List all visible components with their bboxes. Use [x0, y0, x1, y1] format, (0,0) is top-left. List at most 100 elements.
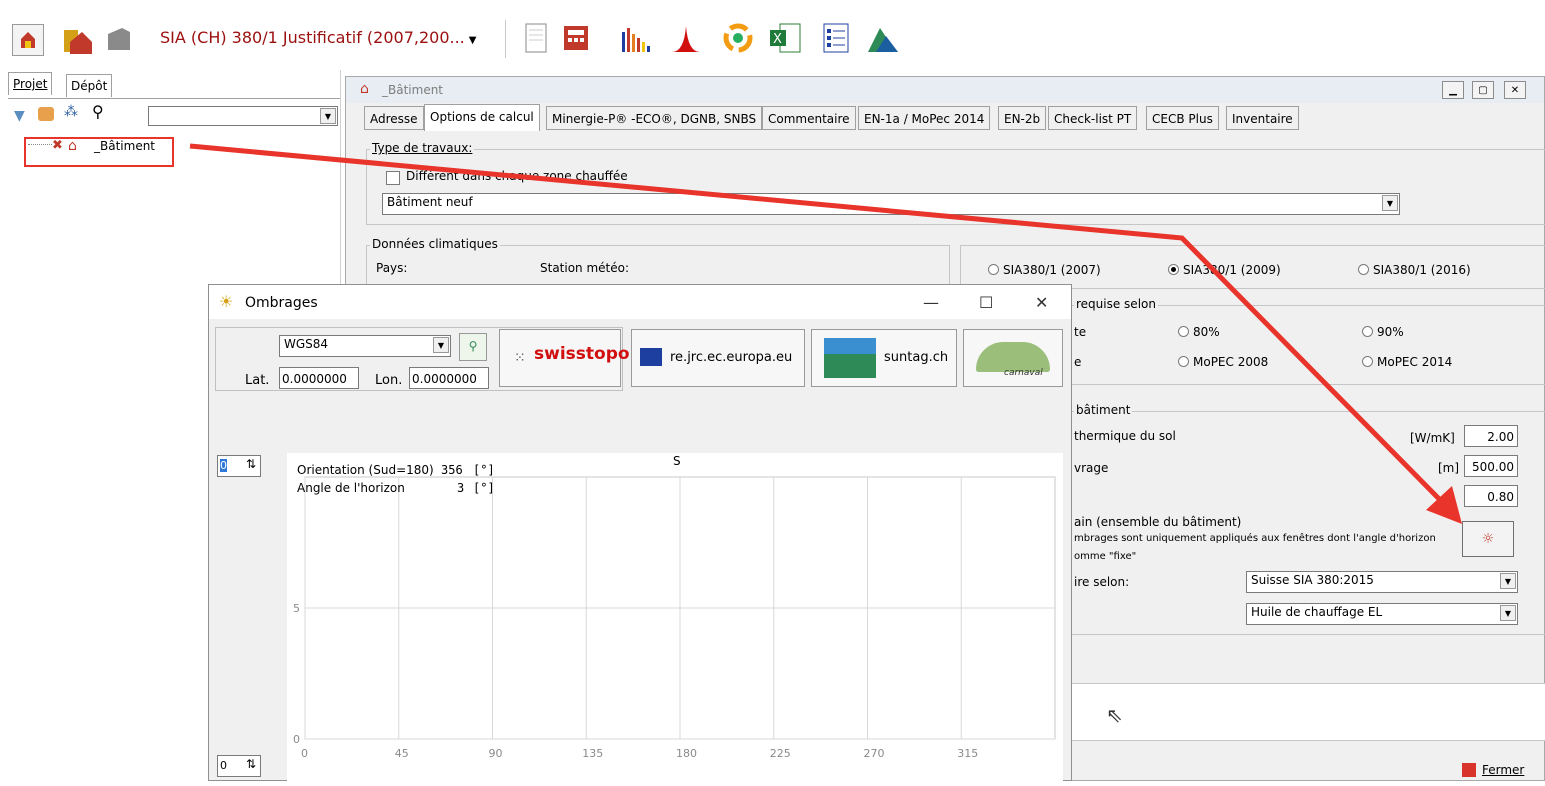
- tab-checklist-label: Check-list PT: [1054, 112, 1132, 126]
- project-type-select[interactable]: SIA (CH) 380/1 Justificatif (2007,200...…: [160, 25, 490, 51]
- eraser-icon[interactable]: [38, 107, 54, 121]
- tab-minergie[interactable]: Minergie-P® -ECO®, DGNB, SNBS: [546, 106, 763, 130]
- tab-options-calcul[interactable]: Options de calcul: [424, 104, 540, 131]
- search-combo[interactable]: ▼: [148, 106, 338, 126]
- different-zone-checkbox[interactable]: [386, 171, 400, 185]
- tab-inventaire-label: Inventaire: [1232, 112, 1293, 126]
- chart-x-tick-label: 180: [676, 747, 697, 760]
- spin-top[interactable]: 0 ⇅: [217, 455, 261, 477]
- horizon-note1: mbrages sont uniquement appliqués aux fe…: [1074, 533, 1436, 544]
- station-label: Station météo:: [540, 261, 630, 275]
- delete-icon[interactable]: ✖: [52, 138, 63, 153]
- minimize-button[interactable]: ▁: [1442, 81, 1464, 99]
- version-2009-radio[interactable]: SIA380/1 (2009): [1168, 263, 1281, 277]
- chevron-down-icon[interactable]: ▼: [1382, 195, 1398, 211]
- search-icon[interactable]: ⚲: [92, 102, 104, 121]
- maximize-button[interactable]: ☐: [979, 293, 993, 312]
- requise-80-radio[interactable]: 80%: [1178, 325, 1220, 339]
- chart-x-tick-label: 225: [770, 747, 791, 760]
- horizon-title: ain (ensemble du bâtiment): [1074, 515, 1242, 529]
- chevron-down-icon[interactable]: ▼: [1500, 605, 1516, 621]
- tab-commentaire[interactable]: Commentaire: [762, 106, 856, 130]
- different-zone-label: Différent dans chaque zone chauffée: [406, 169, 628, 183]
- mopec-2008-radio[interactable]: MoPEC 2008: [1178, 355, 1268, 369]
- conductivite-unit: [W/mK]: [1410, 431, 1455, 445]
- mouse-cursor-icon: ⇖: [1106, 703, 1123, 727]
- excel-icon[interactable]: X: [768, 22, 801, 53]
- norme-select[interactable]: Suisse SIA 380:2015 ▼: [1246, 571, 1518, 593]
- tab-cecb-label: CECB Plus: [1152, 112, 1213, 126]
- requise-row2-label: e: [1074, 355, 1082, 369]
- tab-en1a[interactable]: EN-1a / MoPec 2014: [858, 106, 991, 130]
- jrc-button[interactable]: re.jrc.ec.europa.eu: [631, 329, 805, 387]
- recycle-icon[interactable]: [722, 22, 753, 53]
- tab-inventaire[interactable]: Inventaire: [1226, 106, 1299, 130]
- tab-projet[interactable]: Projet: [8, 72, 53, 95]
- tree-options-icon[interactable]: ⁂: [64, 104, 78, 120]
- calculator-icon[interactable]: [560, 22, 590, 52]
- tab-checklist[interactable]: Check-list PT: [1048, 106, 1138, 130]
- notepad-icon[interactable]: [520, 22, 550, 53]
- horizon-note2: omme "fixe": [1074, 551, 1137, 562]
- type-travaux-select[interactable]: Bâtiment neuf ▼: [382, 193, 1400, 215]
- list-report-icon[interactable]: [820, 22, 850, 53]
- horizon-chart[interactable]: S 0 45 90 135 180 225 270 315 0 5 Orientation (Su…: [287, 453, 1063, 783]
- tree-item-batiment[interactable]: _Bâtiment: [94, 139, 155, 153]
- coord-system-value: WGS84: [284, 337, 329, 351]
- climat-label: Données climatiques: [370, 237, 500, 251]
- fuel-value: Huile de chauffage EL: [1251, 605, 1383, 619]
- version-2009-label: SIA380/1 (2009): [1183, 263, 1281, 277]
- tab-divider: [8, 98, 340, 99]
- fuel-select[interactable]: Huile de chauffage EL ▼: [1246, 603, 1518, 625]
- new-building-icon[interactable]: [12, 24, 44, 56]
- chevron-down-icon[interactable]: ▼: [1500, 573, 1516, 589]
- mopec-2014-radio[interactable]: MoPEC 2014: [1362, 355, 1452, 369]
- tab-depot[interactable]: Dépôt: [66, 74, 113, 97]
- locate-search-icon[interactable]: ⚲: [459, 333, 487, 361]
- row3-unit: ]: [1450, 491, 1455, 505]
- chevron-down-icon[interactable]: ▼: [433, 337, 449, 353]
- tab-en2b-label: EN-2b: [1004, 112, 1041, 126]
- close-button[interactable]: ✕: [1035, 293, 1048, 312]
- version-2007-radio[interactable]: SIA380/1 (2007): [988, 263, 1101, 277]
- version-2016-radio[interactable]: SIA380/1 (2016): [1358, 263, 1471, 277]
- conductivite-label: thermique du sol: [1074, 429, 1176, 443]
- row3-input[interactable]: 0.80: [1464, 485, 1518, 507]
- spin-bottom[interactable]: 0 ⇅: [217, 755, 261, 777]
- lon-input[interactable]: 0.0000000: [409, 367, 489, 389]
- spin-arrows-icon: ⇅: [245, 457, 256, 471]
- chart-x-tick-label: 315: [957, 747, 978, 760]
- swisstopo-button[interactable]: ⁙ swisstopo: [499, 329, 630, 387]
- carnaval-button[interactable]: carnaval: [963, 329, 1063, 387]
- tab-cecb[interactable]: CECB Plus: [1146, 106, 1219, 130]
- tab-adresse[interactable]: Adresse: [364, 106, 424, 130]
- chart-x-tick-label: 45: [395, 747, 409, 760]
- radio-icon: [1358, 264, 1369, 275]
- minimize-button[interactable]: —: [923, 293, 939, 312]
- landscape-icon[interactable]: [866, 22, 898, 52]
- gray-building-icon[interactable]: [104, 24, 134, 54]
- requise-90-radio[interactable]: 90%: [1362, 325, 1404, 339]
- project-type-value: SIA (CH) 380/1 Justificatif (2007,200...: [160, 28, 465, 47]
- lat-input[interactable]: 0.0000000: [279, 367, 359, 389]
- radio-icon: [1362, 326, 1373, 337]
- coord-system-select[interactable]: WGS84 ▼: [279, 335, 451, 357]
- suntag-button[interactable]: suntag.ch: [811, 329, 957, 387]
- maximize-button[interactable]: ▢: [1472, 81, 1494, 99]
- chart-x-tick-label: 0: [301, 747, 308, 760]
- chevron-down-icon[interactable]: ▼: [320, 108, 336, 124]
- filter-icon[interactable]: ▼: [14, 108, 25, 124]
- requise-row1-label: te: [1074, 325, 1087, 339]
- fermer-button[interactable]: Fermer: [1482, 763, 1524, 777]
- ouvrage-input[interactable]: 500.00: [1464, 455, 1518, 477]
- horizon-edit-button[interactable]: ☼: [1462, 521, 1514, 557]
- bar-chart-icon[interactable]: [618, 22, 650, 52]
- house-icon[interactable]: [58, 22, 92, 54]
- version-2016-label: SIA380/1 (2016): [1373, 263, 1471, 277]
- spin-top-value: 0: [220, 459, 227, 472]
- conductivite-input[interactable]: 2.00: [1464, 425, 1518, 447]
- peak-chart-icon[interactable]: [670, 22, 700, 52]
- tab-en2b[interactable]: EN-2b: [998, 106, 1047, 130]
- building-icon: ⌂: [68, 138, 77, 154]
- close-button[interactable]: ✕: [1504, 81, 1526, 99]
